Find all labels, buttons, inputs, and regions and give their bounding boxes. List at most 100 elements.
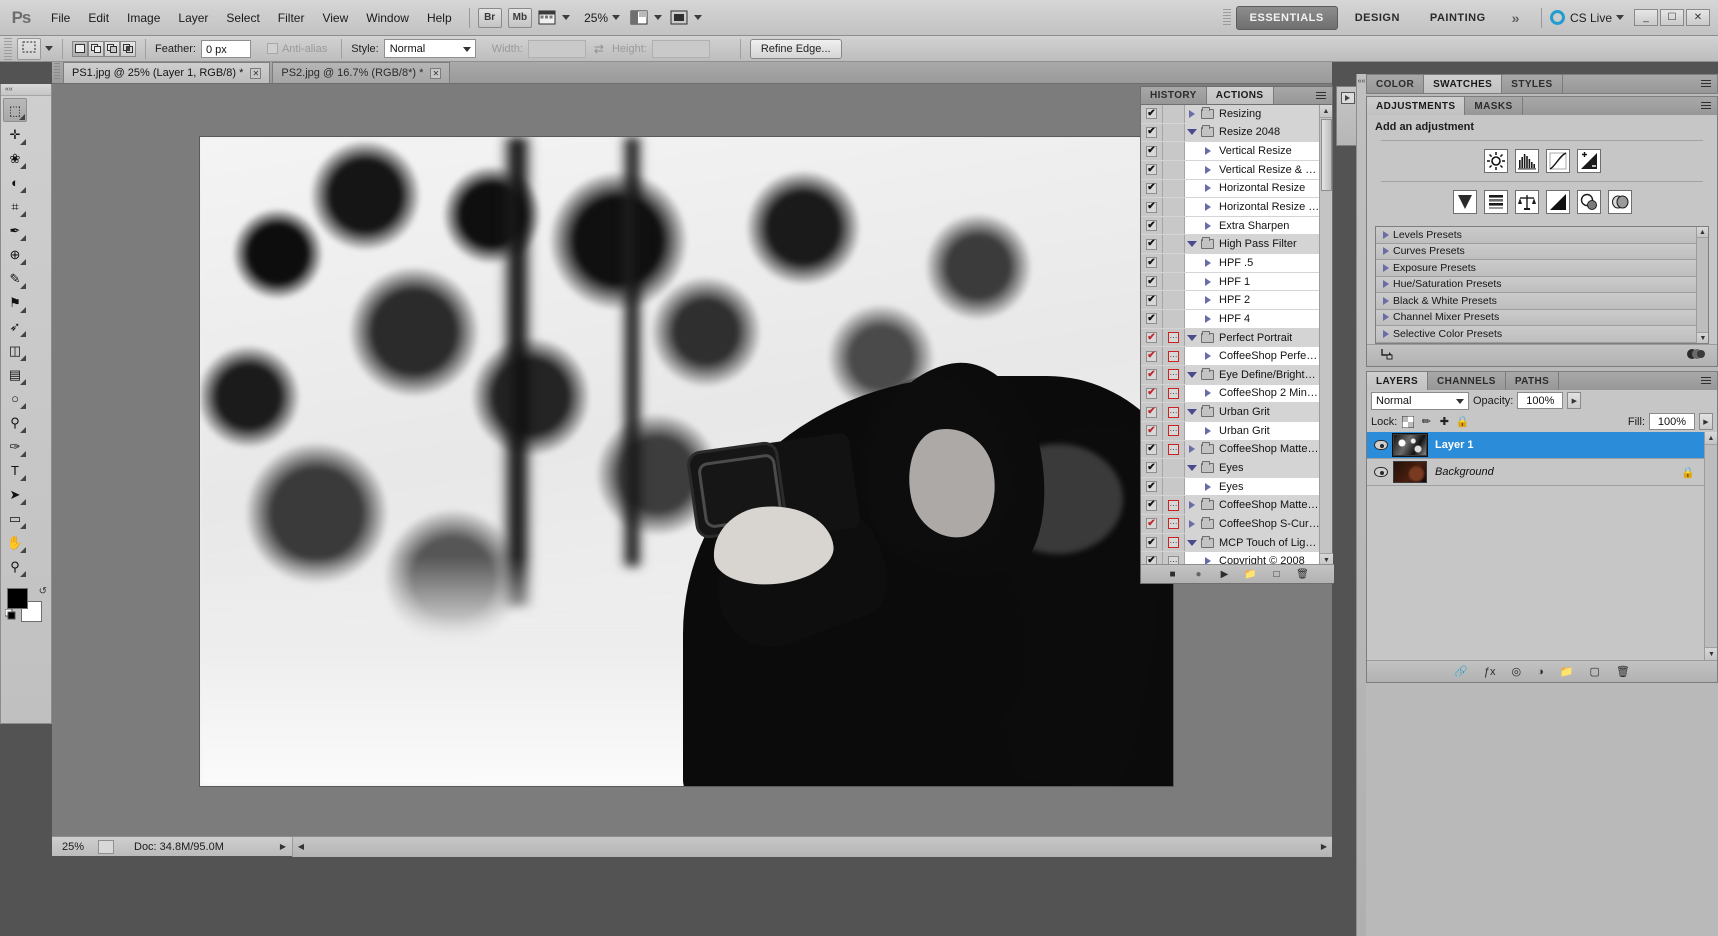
action-dialog-cell[interactable]: ⋯	[1163, 272, 1185, 291]
tool-move[interactable]: ✛	[3, 122, 27, 146]
chevron-right-icon[interactable]	[1185, 109, 1199, 118]
chevron-down-icon[interactable]	[1185, 129, 1199, 136]
chevron-right-icon[interactable]	[1379, 296, 1393, 305]
tool-lasso[interactable]: ❀	[3, 146, 27, 170]
action-dialog-cell[interactable]: ⋯	[1163, 459, 1185, 477]
view-extras-button[interactable]	[538, 10, 571, 26]
chevron-right-icon[interactable]	[1379, 247, 1393, 256]
screen-mode-button[interactable]	[670, 10, 703, 26]
action-toggle-cell[interactable]: ✔	[1141, 310, 1163, 328]
preset-row[interactable]: Exposure Presets	[1376, 260, 1708, 277]
action-row[interactable]: ✔ ⋯ Eyes	[1141, 477, 1321, 497]
action-row[interactable]: ✔ ⋯ HPF 4	[1141, 310, 1321, 329]
tool-spot-healing-brush[interactable]: ⊕	[3, 242, 27, 266]
action-toggle-cell[interactable]: ✔	[1141, 142, 1163, 160]
canvas-horizontal-scrollbar[interactable]: ◀ ▶	[292, 837, 1332, 857]
width-input[interactable]	[527, 39, 586, 58]
action-dialog-cell[interactable]: ⋯	[1163, 105, 1185, 123]
action-toggle-cell[interactable]: ✔	[1141, 347, 1163, 365]
feather-input[interactable]: 0 px	[200, 39, 251, 58]
foreground-color-swatch[interactable]	[7, 588, 28, 609]
new-action-icon[interactable]: □	[1270, 568, 1283, 581]
cs-live-button[interactable]: CS Live	[1549, 10, 1624, 25]
new-set-icon[interactable]: 📁	[1244, 568, 1257, 581]
layer-row[interactable]: Background 🔒	[1367, 459, 1717, 486]
scroll-left-arrow-icon[interactable]: ◀	[293, 837, 309, 855]
chevron-right-icon[interactable]	[1379, 263, 1393, 272]
action-row[interactable]: ✔ ⋯ HPF .5	[1141, 254, 1321, 273]
layer-style-icon[interactable]: ƒx	[1484, 666, 1496, 678]
action-toggle-cell[interactable]: ✔	[1141, 365, 1163, 384]
action-dialog-cell[interactable]: ⋯	[1163, 533, 1185, 552]
action-toggle-cell[interactable]: ✔	[1141, 440, 1163, 459]
chevron-right-icon[interactable]	[1185, 445, 1199, 454]
action-dialog-cell[interactable]: ⋯	[1163, 421, 1185, 440]
layer-thumbnail[interactable]	[1392, 433, 1428, 457]
swap-width-height-icon[interactable]: ⇄	[594, 42, 604, 56]
chevron-right-icon[interactable]	[1201, 352, 1215, 361]
layer-visibility-toggle[interactable]	[1369, 467, 1393, 477]
tab-masks[interactable]: MASKS	[1465, 97, 1523, 115]
chevron-down-icon[interactable]	[1185, 539, 1199, 546]
layers-scroll-down-icon[interactable]: ▼	[1705, 647, 1717, 660]
brightness-contrast-icon[interactable]	[1483, 149, 1508, 173]
action-toggle-cell[interactable]: ✔	[1141, 496, 1163, 515]
new-selection-button[interactable]	[72, 40, 88, 57]
action-dialog-cell[interactable]: ⋯	[1163, 142, 1185, 160]
adjustment-presets-scrollbar[interactable]: ▲ ▼	[1696, 227, 1708, 343]
layer-visibility-toggle[interactable]	[1369, 440, 1393, 450]
chevron-right-icon[interactable]	[1379, 230, 1393, 239]
tool-history-brush[interactable]: ➶	[3, 314, 27, 338]
action-dialog-cell[interactable]: ⋯	[1163, 198, 1185, 216]
menu-select[interactable]: Select	[217, 8, 268, 28]
chevron-right-icon[interactable]	[1201, 258, 1215, 267]
tool-brush[interactable]: ✎	[3, 266, 27, 290]
tab-channels[interactable]: CHANNELS	[1428, 372, 1506, 390]
action-row[interactable]: ✔ ⋯ Urban Grit	[1141, 403, 1321, 422]
chevron-right-icon[interactable]	[1185, 519, 1199, 528]
action-toggle-cell[interactable]: ✔	[1141, 198, 1163, 216]
new-fill-adjustment-icon[interactable]: ◑	[1537, 666, 1544, 678]
lock-transparent-pixels-icon[interactable]	[1401, 415, 1415, 429]
fill-stepper[interactable]: ▶	[1699, 413, 1713, 430]
tool-eraser[interactable]: ◫	[3, 338, 27, 362]
action-row[interactable]: ✔ ⋯ Vertical Resize	[1141, 142, 1321, 161]
menu-filter[interactable]: Filter	[269, 8, 314, 28]
arrange-documents-button[interactable]	[630, 10, 663, 26]
action-row[interactable]: ✔ ⋯ Eyes	[1141, 459, 1321, 478]
close-icon[interactable]: ✕	[250, 67, 262, 79]
zoom-level-control[interactable]: 25%	[578, 11, 621, 25]
actions-scroll-up-icon[interactable]: ▲	[1320, 105, 1332, 118]
opacity-input[interactable]: 100%	[1517, 392, 1564, 409]
action-row[interactable]: ✔ ⋯ CoffeeShop 2 Minute ...	[1141, 384, 1321, 404]
blend-mode-select[interactable]: Normal	[1371, 391, 1469, 410]
menu-edit[interactable]: Edit	[79, 8, 118, 28]
scroll-right-arrow-icon[interactable]: ▶	[1316, 837, 1332, 855]
action-dialog-cell[interactable]: ⋯	[1163, 310, 1185, 328]
action-toggle-cell[interactable]: ✔	[1141, 105, 1163, 123]
action-toggle-cell[interactable]: ✔	[1141, 216, 1163, 235]
lock-position-icon[interactable]: ✚	[1437, 415, 1451, 429]
document-image[interactable]	[199, 136, 1174, 787]
action-row[interactable]: ✔ ⋯ Perfect Portrait	[1141, 328, 1321, 348]
tab-adjustments[interactable]: ADJUSTMENTS	[1367, 97, 1466, 115]
vibrance-icon[interactable]	[1452, 190, 1477, 214]
action-row[interactable]: ✔ ⋯ HPF 2	[1141, 291, 1321, 311]
close-button[interactable]: ✕	[1686, 9, 1710, 26]
default-colors-icon[interactable]	[4, 608, 16, 620]
height-input[interactable]	[651, 39, 710, 58]
chevron-down-icon[interactable]	[1185, 334, 1199, 341]
tool-quick-selection[interactable]: ◐	[3, 170, 27, 194]
action-toggle-cell[interactable]: ✔	[1141, 533, 1163, 552]
new-layer-icon[interactable]: ▢	[1589, 665, 1599, 678]
action-row[interactable]: ✔ ⋯ Horizontal Resize & S...	[1141, 198, 1321, 217]
tab-styles[interactable]: STYLES	[1502, 75, 1563, 93]
action-dialog-cell[interactable]: ⋯	[1163, 477, 1185, 496]
chevron-right-icon[interactable]	[1201, 147, 1215, 156]
tab-color[interactable]: COLOR	[1367, 75, 1425, 93]
opacity-stepper[interactable]: ▶	[1567, 392, 1582, 409]
minimize-button[interactable]: _	[1634, 9, 1658, 26]
chevron-right-icon[interactable]	[1201, 221, 1215, 230]
tools-panel-header[interactable]: ««	[1, 84, 51, 96]
action-dialog-cell[interactable]: ⋯	[1163, 291, 1185, 310]
